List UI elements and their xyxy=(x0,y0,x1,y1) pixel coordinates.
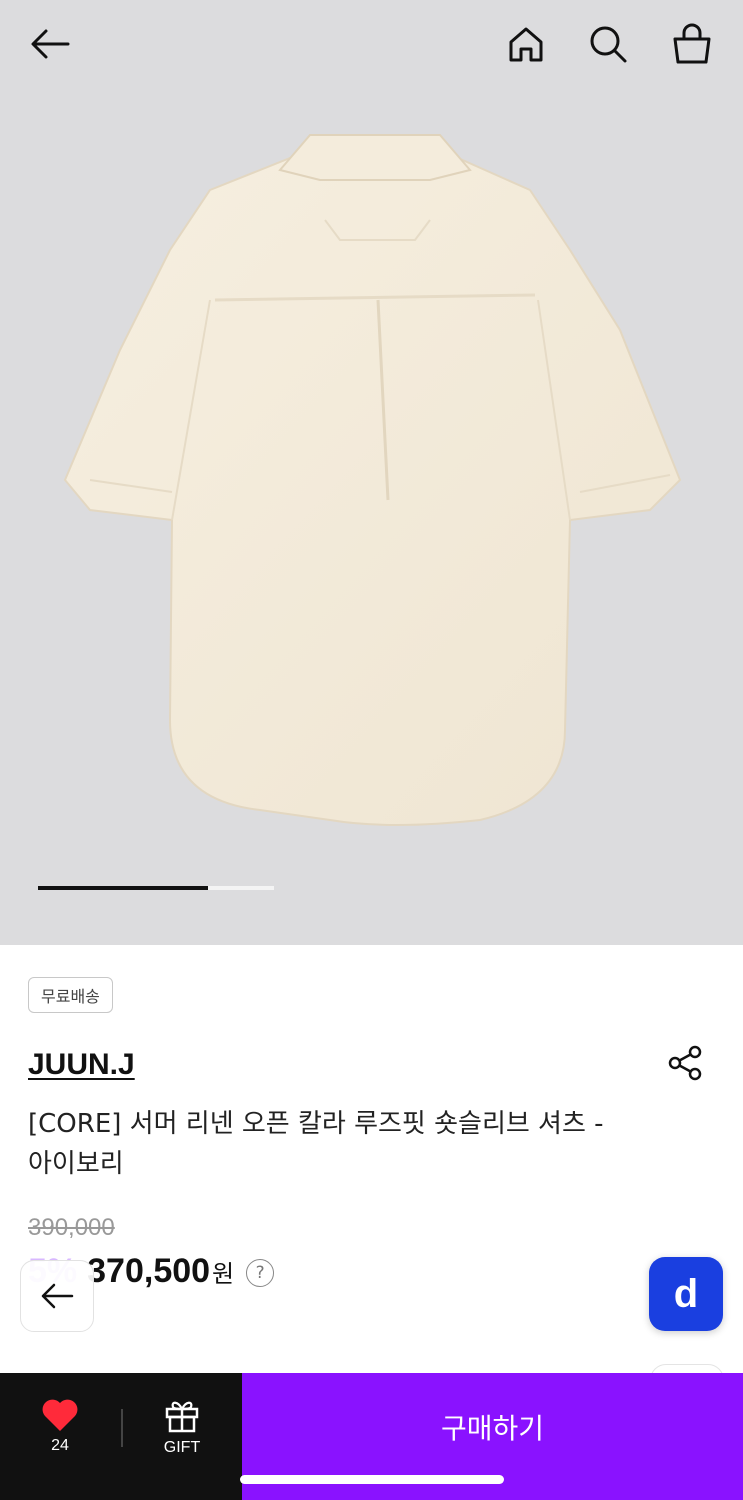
bottom-action-left: 24 GIFT xyxy=(0,1373,242,1500)
currency-unit: 원 xyxy=(212,1260,235,1288)
brand-link[interactable]: JUUN.J xyxy=(28,1048,135,1082)
like-button[interactable]: 24 xyxy=(30,1397,90,1467)
product-image-gallery[interactable] xyxy=(0,0,743,945)
top-navigation-bar xyxy=(0,0,743,90)
cart-button[interactable] xyxy=(668,20,716,68)
share-icon xyxy=(668,1045,702,1081)
product-title: [CORE] 서머 리넨 오픈 칼라 루즈핏 숏슬리브 셔츠 - 아이보리 xyxy=(28,1109,604,1179)
gift-label: GIFT xyxy=(163,1439,201,1456)
share-button[interactable] xyxy=(664,1042,706,1084)
product-image xyxy=(63,134,682,826)
gift-icon xyxy=(165,1401,199,1433)
home-icon xyxy=(509,27,543,62)
free-shipping-badge: 무료배송 xyxy=(28,977,113,1013)
home-button[interactable] xyxy=(502,20,550,68)
back-button[interactable] xyxy=(26,20,74,68)
divider xyxy=(121,1409,123,1447)
gallery-progress-bar xyxy=(38,886,274,890)
shopping-bag-icon xyxy=(673,23,711,64)
gallery-progress-fill xyxy=(38,886,208,890)
original-price: 390,000 xyxy=(28,1214,115,1241)
gift-button[interactable]: GIFT xyxy=(150,1397,214,1467)
price-info-icon[interactable]: ? xyxy=(246,1259,275,1287)
heart-icon xyxy=(42,1399,78,1431)
search-icon xyxy=(590,26,627,63)
arrow-left-icon xyxy=(41,1283,74,1309)
like-count: 24 xyxy=(51,1437,69,1454)
arrow-left-icon xyxy=(31,29,70,59)
search-button[interactable] xyxy=(584,20,632,68)
d-app-button[interactable]: d xyxy=(649,1257,723,1331)
sale-price: 370,500 xyxy=(87,1252,211,1290)
floating-back-button[interactable] xyxy=(20,1260,94,1332)
home-indicator xyxy=(240,1475,504,1484)
